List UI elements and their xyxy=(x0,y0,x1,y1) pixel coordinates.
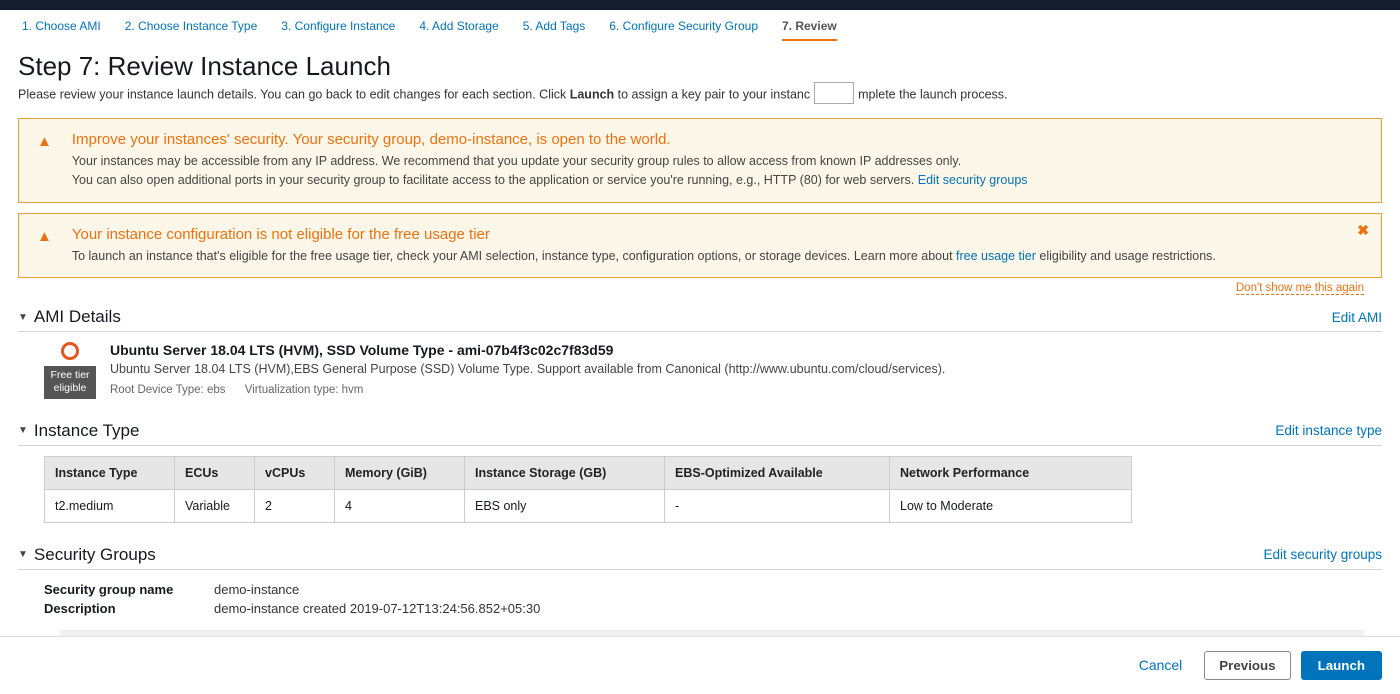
table-header-row: Instance Type ECUs vCPUs Memory (GiB) In… xyxy=(45,456,1132,489)
caret-down-icon[interactable]: ▼ xyxy=(18,549,28,560)
badge-line1: Free tier xyxy=(50,369,90,382)
root-device-type: Root Device Type: ebs xyxy=(110,384,226,396)
ami-description: Ubuntu Server 18.04 LTS (HVM),EBS Genera… xyxy=(110,362,1382,376)
instance-type-table: Instance Type ECUs vCPUs Memory (GiB) In… xyxy=(44,456,1132,523)
ubuntu-icon xyxy=(61,342,79,360)
cancel-button[interactable]: Cancel xyxy=(1127,651,1195,679)
wizard-step-5[interactable]: 5. Add Tags xyxy=(523,19,586,39)
edit-security-groups-link[interactable]: Edit security groups xyxy=(918,173,1028,187)
edit-security-groups-link[interactable]: Edit security groups xyxy=(1263,547,1382,562)
alert-title: Your instance configuration is not eligi… xyxy=(72,226,1367,243)
close-icon[interactable]: ✖ xyxy=(1357,222,1369,239)
caret-down-icon[interactable]: ▼ xyxy=(18,312,28,323)
ami-details-section: ▼ AMI Details Edit AMI Free tier eligibl… xyxy=(18,303,1382,398)
wizard-step-4[interactable]: 4. Add Storage xyxy=(419,19,498,39)
previous-button[interactable]: Previous xyxy=(1204,651,1290,680)
section-title-instance-type: Instance Type xyxy=(34,421,1276,441)
subtitle-bold: Launch xyxy=(570,87,614,101)
wizard-step-1[interactable]: 1. Choose AMI xyxy=(22,19,101,39)
subtitle-pre: Please review your instance launch detai… xyxy=(18,87,570,101)
free-tier-warning-alert: ▲ Your instance configuration is not eli… xyxy=(18,213,1382,279)
free-usage-tier-link[interactable]: free usage tier xyxy=(956,249,1036,263)
cell-network: Low to Moderate xyxy=(890,489,1132,522)
cell-vcpus: 2 xyxy=(255,489,335,522)
warning-icon: ▲ xyxy=(37,133,52,190)
security-groups-section: ▼ Security Groups Edit security groups S… xyxy=(18,541,1382,636)
instance-type-section: ▼ Instance Type Edit instance type Insta… xyxy=(18,417,1382,523)
alert-line1: Your instances may be accessible from an… xyxy=(72,152,1367,171)
wizard-step-7[interactable]: 7. Review xyxy=(782,19,837,41)
sg-name-value: demo-instance xyxy=(214,582,299,597)
col-network: Network Performance xyxy=(890,456,1132,489)
section-title-ami: AMI Details xyxy=(34,307,1332,327)
page-subtitle: Please review your instance launch detai… xyxy=(18,84,1400,106)
cell-instance-type: t2.medium xyxy=(45,489,175,522)
alert-title: Improve your instances' security. Your s… xyxy=(72,131,1367,148)
cell-memory: 4 xyxy=(335,489,465,522)
sg-desc-value: demo-instance created 2019-07-12T13:24:5… xyxy=(214,601,540,616)
wizard-step-2[interactable]: 2. Choose Instance Type xyxy=(125,19,258,39)
footer-bar: Cancel Previous Launch xyxy=(0,636,1400,694)
alert2-text-post: eligibility and usage restrictions. xyxy=(1039,249,1215,263)
cell-ecus: Variable xyxy=(175,489,255,522)
warning-icon: ▲ xyxy=(37,228,52,266)
wizard-step-6[interactable]: 6. Configure Security Group xyxy=(609,19,758,39)
col-storage: Instance Storage (GB) xyxy=(465,456,665,489)
edit-instance-type-link[interactable]: Edit instance type xyxy=(1275,423,1382,438)
badge-line2: eligible xyxy=(50,382,90,395)
subtitle-post: mplete the launch process. xyxy=(858,87,1007,101)
free-tier-badge: Free tier eligible xyxy=(44,366,96,398)
top-nav-bar xyxy=(0,0,1400,10)
security-warning-alert: ▲ Improve your instances' security. Your… xyxy=(18,118,1382,203)
sg-desc-label: Description xyxy=(44,601,214,616)
wizard-step-3[interactable]: 3. Configure Instance xyxy=(281,19,395,39)
col-ebs-optimized: EBS-Optimized Available xyxy=(665,456,890,489)
section-title-security-groups: Security Groups xyxy=(34,545,1264,565)
col-memory: Memory (GiB) xyxy=(335,456,465,489)
sg-name-label: Security group name xyxy=(44,582,214,597)
alert-line2: You can also open additional ports in yo… xyxy=(72,173,918,187)
alert2-text-pre: To launch an instance that's eligible fo… xyxy=(72,249,956,263)
thumbnail-icon xyxy=(814,82,854,104)
col-vcpus: vCPUs xyxy=(255,456,335,489)
subtitle-mid: to assign a key pair to your instanc xyxy=(614,87,810,101)
wizard-steps: 1. Choose AMI 2. Choose Instance Type 3.… xyxy=(0,10,1400,47)
col-ecus: ECUs xyxy=(175,456,255,489)
table-row: t2.medium Variable 2 4 EBS only - Low to… xyxy=(45,489,1132,522)
page-title: Step 7: Review Instance Launch xyxy=(18,51,1400,82)
dont-show-again-link[interactable]: Don't show me this again xyxy=(1236,282,1364,295)
launch-button[interactable]: Launch xyxy=(1301,651,1382,680)
edit-ami-link[interactable]: Edit AMI xyxy=(1332,310,1382,325)
caret-down-icon[interactable]: ▼ xyxy=(18,425,28,436)
cell-ebs-optimized: - xyxy=(665,489,890,522)
ami-title: Ubuntu Server 18.04 LTS (HVM), SSD Volum… xyxy=(110,342,1382,358)
col-instance-type: Instance Type xyxy=(45,456,175,489)
virtualization-type: Virtualization type: hvm xyxy=(245,384,364,396)
cell-storage: EBS only xyxy=(465,489,665,522)
